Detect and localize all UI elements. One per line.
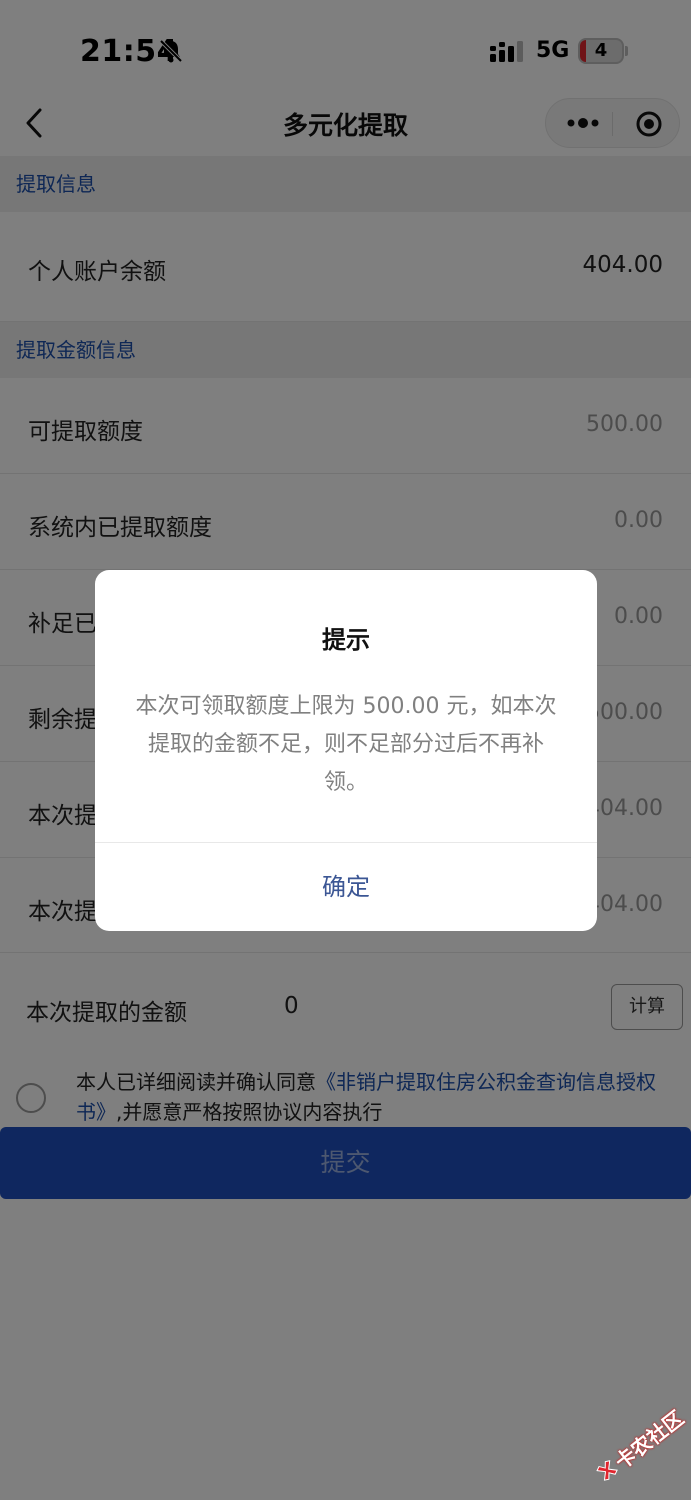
dialog-confirm-button[interactable]: 确定 bbox=[95, 843, 597, 931]
dialog-title: 提示 bbox=[322, 626, 370, 654]
alert-dialog: 提示 本次可领取额度上限为 500.00 元，如本次提取的金额不足，则不足部分过… bbox=[95, 570, 597, 931]
dialog-content: 本次可领取额度上限为 500.00 元，如本次提取的金额不足，则不足部分过后不再… bbox=[135, 694, 557, 795]
